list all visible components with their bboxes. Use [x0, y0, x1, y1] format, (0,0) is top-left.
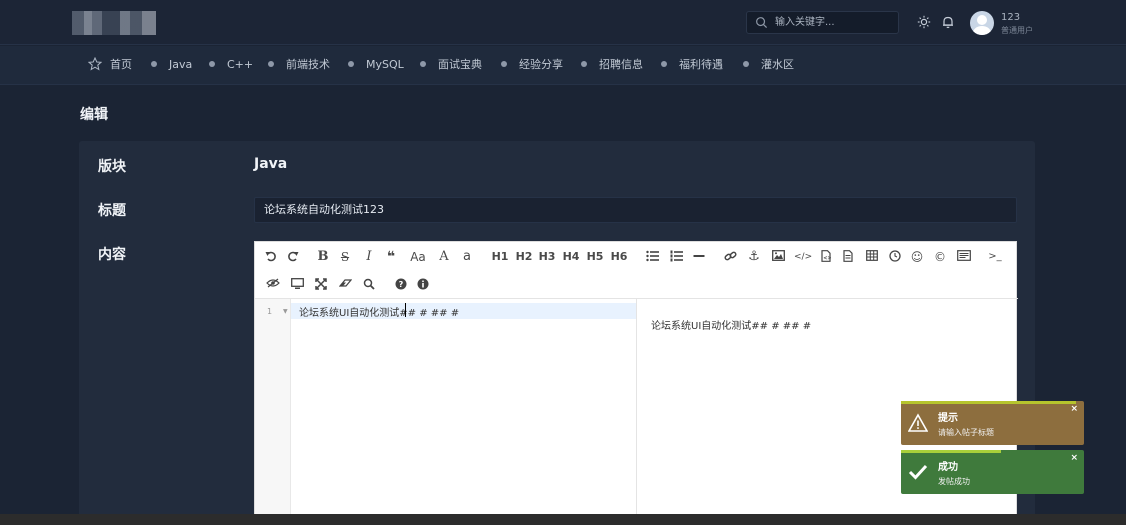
nav-dot [151, 61, 157, 67]
fold-arrow-icon[interactable]: ▼ [283, 308, 288, 315]
pagebreak-icon[interactable] [955, 248, 973, 266]
nav-dot [268, 61, 274, 67]
theme-sun-icon[interactable] [917, 15, 931, 29]
text-cursor [405, 303, 406, 317]
h3-button[interactable]: H3 [538, 248, 556, 266]
nav-item-cpp[interactable]: C++ [209, 58, 253, 74]
preformatted-icon[interactable] [841, 248, 855, 266]
h2-button[interactable]: H2 [515, 248, 533, 266]
unordered-list-icon[interactable] [644, 248, 660, 266]
svg-text:?: ? [399, 280, 404, 289]
nav-dot [209, 61, 215, 67]
help-icon[interactable]: ? [393, 276, 409, 294]
lowercase-a-icon[interactable]: a [460, 248, 474, 266]
h4-button[interactable]: H4 [562, 248, 580, 266]
nav-item-water[interactable]: 灌水区 [743, 58, 794, 74]
nav-item-benefits[interactable]: 福利待遇 [661, 58, 723, 74]
nav-dot [348, 61, 354, 67]
italic-icon[interactable]: I [362, 248, 376, 266]
nav-item-interview[interactable]: 面试宝典 [420, 58, 482, 74]
svg-text:<>: <> [823, 256, 831, 262]
undo-icon[interactable] [263, 248, 279, 266]
close-icon[interactable]: × [1070, 404, 1078, 414]
desktop-preview-icon[interactable] [289, 276, 305, 294]
window-bottom-edge [0, 514, 1126, 525]
user-role: 普通用户 [1001, 26, 1033, 35]
datetime-icon[interactable] [887, 248, 903, 266]
h6-button[interactable]: H6 [610, 248, 628, 266]
fullscreen-icon[interactable] [313, 276, 329, 294]
code-icon[interactable]: </> [794, 248, 812, 266]
nav-dot [661, 61, 667, 67]
uppercase-icon[interactable]: Aa [407, 248, 429, 266]
warning-icon [908, 413, 928, 432]
checkmark-icon [908, 464, 928, 480]
nav-item-jobs[interactable]: 招聘信息 [581, 58, 643, 74]
horizontal-rule-icon[interactable] [691, 248, 707, 266]
bold-icon[interactable]: B [316, 248, 330, 266]
h1-button[interactable]: H1 [491, 248, 509, 266]
emoji-icon[interactable]: ☺ [909, 248, 925, 266]
nav-item-mysql[interactable]: MySQL [348, 58, 404, 74]
line-number: 1 [267, 307, 273, 316]
line-gutter: 1 ▼ [255, 299, 291, 525]
user-name[interactable]: 123 [1001, 12, 1020, 23]
avatar[interactable] [970, 11, 994, 35]
link-icon[interactable] [722, 248, 738, 266]
ordered-list-icon[interactable] [668, 248, 684, 266]
editor-split-divider [636, 299, 637, 525]
section-value: Java [254, 156, 288, 172]
logo[interactable] [72, 11, 156, 35]
nav-item-experience[interactable]: 经验分享 [501, 58, 563, 74]
nav-dot [581, 61, 587, 67]
image-icon[interactable] [770, 248, 786, 266]
toast-title: 成功 [938, 462, 958, 473]
toast-progress-bar [901, 450, 1001, 453]
html-entities-icon[interactable]: © [932, 248, 948, 266]
toast-message: 发帖成功 [938, 477, 970, 486]
nav-item-frontend[interactable]: 前端技术 [268, 58, 330, 74]
watch-icon[interactable] [265, 276, 281, 294]
title-label: 标题 [98, 203, 126, 219]
toast-title: 提示 [938, 413, 958, 424]
content-label: 内容 [98, 247, 126, 263]
info-icon[interactable] [415, 276, 431, 294]
eraser-icon[interactable] [337, 276, 353, 294]
lowercase-icon[interactable]: A [437, 248, 451, 266]
table-icon[interactable] [864, 248, 880, 266]
toast-message: 请输入帖子标题 [938, 428, 994, 437]
nav-dot [743, 61, 749, 67]
strikethrough-icon[interactable]: S [338, 248, 352, 266]
code-block-icon[interactable]: <> [819, 248, 833, 266]
anchor-icon[interactable]: ⚓ [746, 248, 762, 266]
redo-icon[interactable] [285, 248, 301, 266]
warning-toast[interactable]: 提示 请输入帖子标题 × [901, 401, 1084, 445]
search-replace-icon[interactable] [361, 276, 377, 294]
markdown-preview: 论坛系统UI自动化测试## # ## # [651, 321, 812, 332]
search-icon [756, 17, 768, 29]
nav-dot [501, 61, 507, 67]
nav-item-java[interactable]: Java [151, 58, 192, 74]
page-title: 编辑 [80, 107, 108, 123]
editor-toolbar: B S I ❝ Aa A a H1 H2 H3 H4 H5 H6 ⚓ </> <… [255, 242, 1018, 299]
search-placeholder: 输入关键字... [775, 17, 835, 28]
nav-dot [420, 61, 426, 67]
section-label: 版块 [98, 159, 126, 175]
bell-icon[interactable] [941, 15, 955, 29]
close-icon[interactable]: × [1070, 453, 1078, 463]
nav-item-home[interactable]: 首页 [110, 58, 132, 74]
markdown-source-line[interactable]: 论坛系统UI自动化测试## # ## # [299, 304, 459, 319]
quote-icon[interactable]: ❝ [383, 248, 399, 266]
search-input[interactable]: 输入关键字... [746, 11, 899, 34]
title-input[interactable]: 论坛系统自动化测试123 [254, 197, 1017, 223]
terminal-icon[interactable]: >_ [987, 248, 1003, 266]
top-bar: 输入关键字... 123 普通用户 [0, 0, 1126, 45]
success-toast[interactable]: 成功 发帖成功 × [901, 450, 1084, 494]
h5-button[interactable]: H5 [586, 248, 604, 266]
star-icon [88, 57, 102, 71]
toast-progress-bar [901, 401, 1076, 404]
